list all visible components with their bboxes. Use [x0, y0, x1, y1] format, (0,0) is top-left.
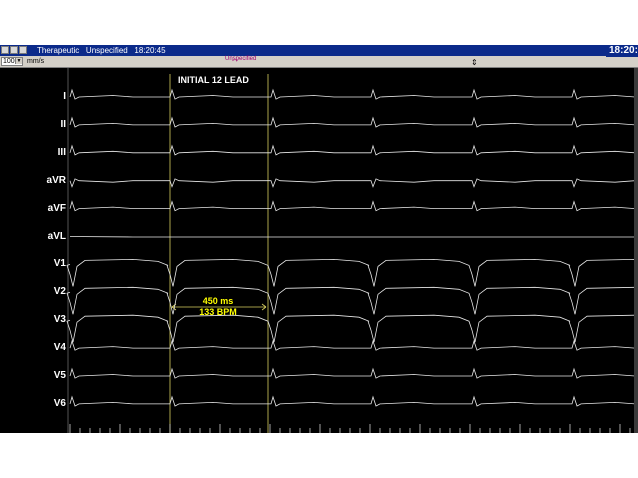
speed-value: 100 — [3, 58, 15, 65]
restore-icon[interactable] — [19, 46, 27, 54]
trace-v6 — [69, 395, 636, 407]
trace-v5 — [69, 367, 636, 379]
trace-avf — [69, 200, 636, 212]
trace-ii — [69, 116, 636, 128]
title-bar: Therapeutic Unspecified 18:20:45 — [0, 45, 638, 56]
lead-label-iii: III — [57, 146, 66, 158]
lead-label-ii: II — [60, 118, 66, 130]
lead-label-v2: V2 — [53, 286, 66, 298]
clock-readout: 18:20:4 — [606, 45, 638, 57]
lead-label-avf: aVF — [47, 202, 66, 214]
trace-iii — [69, 144, 636, 156]
event-marker-icon: ⌒ — [232, 61, 239, 67]
trace-v4 — [69, 339, 636, 351]
minimize-icon[interactable] — [1, 46, 9, 54]
ecg-traces — [66, 68, 638, 433]
lead-label-v4: V4 — [53, 342, 66, 354]
trace-v2 — [66, 286, 638, 315]
lead-label-v3: V3 — [53, 314, 66, 326]
measurement-rate: 133 BPM — [199, 307, 237, 317]
trace-avr — [69, 178, 636, 188]
monitor-header: INITIAL 12 LEAD — [178, 75, 249, 85]
measurement-interval: 450 ms — [202, 296, 234, 306]
lead-label-avr: aVR — [46, 174, 66, 186]
maximize-icon[interactable] — [10, 46, 18, 54]
cursor-marker-icon[interactable]: ⇕ — [471, 59, 478, 67]
trace-avl — [69, 236, 636, 238]
lead-label-v1: V1 — [53, 258, 66, 270]
lead-label-v6: V6 — [53, 397, 66, 409]
title-text: Therapeutic Unspecified 18:20:45 — [37, 46, 166, 55]
ecg-monitor[interactable]: INITIAL 12 LEAD I II III aVR aVF aVL V1 V2 V3 V4 V… — [0, 68, 638, 433]
scrollbar[interactable] — [634, 68, 638, 433]
lead-label-v5: V5 — [53, 370, 66, 381]
chevron-down-icon[interactable]: ▼ — [15, 58, 22, 64]
lead-label-avl: aVL — [47, 230, 66, 242]
lead-label-i: I — [63, 91, 66, 102]
trace-v1 — [66, 258, 638, 287]
event-tag[interactable]: Unspecified — [225, 56, 256, 62]
trace-i — [69, 88, 636, 100]
trace-v3 — [66, 314, 638, 343]
toolbar: 100 ▼ mm/s — [0, 56, 638, 68]
speed-unit-label: mm/s — [27, 58, 45, 65]
